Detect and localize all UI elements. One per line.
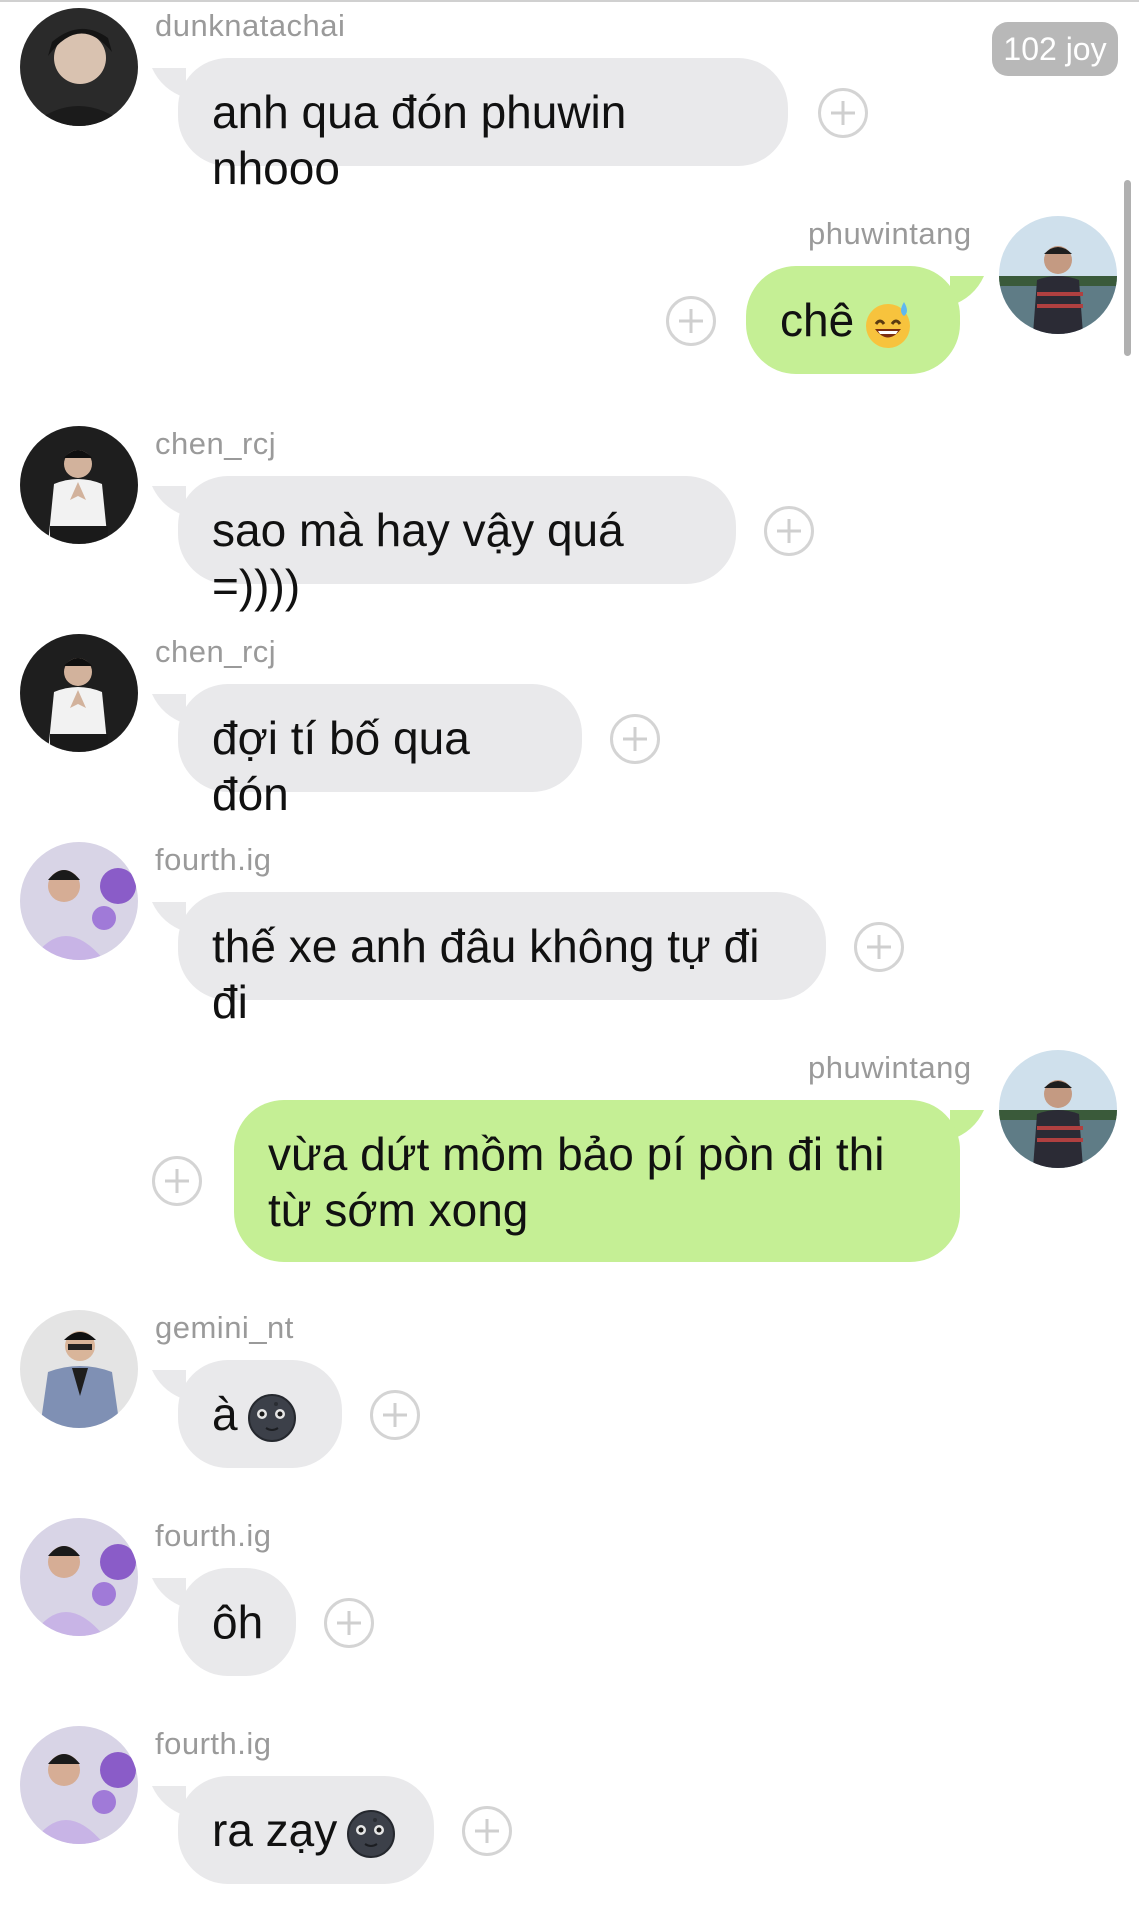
- message-text: ra zạy: [212, 1804, 338, 1856]
- username: fourth.ig: [155, 842, 272, 877]
- message-text: ôh: [212, 1596, 264, 1648]
- add-reaction-button[interactable]: [152, 1156, 202, 1206]
- add-reaction-button[interactable]: [854, 922, 904, 972]
- add-reaction-button[interactable]: [462, 1806, 512, 1856]
- username: chen_rcj: [155, 634, 277, 669]
- avatar[interactable]: [20, 8, 138, 126]
- scrollbar[interactable]: [1124, 180, 1131, 356]
- username: fourth.ig: [155, 1726, 272, 1761]
- message-bubble[interactable]: thế xe anh đâu không tự đi đi: [178, 892, 826, 1028]
- message-text: anh qua đón phuwin nhooo: [212, 86, 640, 194]
- message-bubble[interactable]: chê: [746, 266, 960, 374]
- avatar[interactable]: [20, 842, 138, 960]
- message-text: sao mà hay vậy quá =)))): [212, 504, 637, 612]
- avatar[interactable]: [20, 634, 138, 752]
- avatar[interactable]: [20, 1310, 138, 1428]
- add-reaction-button[interactable]: [324, 1598, 374, 1648]
- add-reaction-button[interactable]: [666, 296, 716, 346]
- username: gemini_nt: [155, 1310, 294, 1345]
- message-text: vừa dứt mồm bảo pí pòn đi thi từ sớm xon…: [268, 1128, 898, 1236]
- new-moon-face-emoji: [246, 1392, 298, 1444]
- message-bubble[interactable]: ra zạy: [178, 1776, 434, 1884]
- message-text: đợi tí bố qua đón: [212, 712, 483, 820]
- avatar[interactable]: [999, 216, 1117, 334]
- username: phuwintang: [808, 216, 972, 251]
- avatar[interactable]: [20, 1518, 138, 1636]
- message-bubble[interactable]: ôh: [178, 1568, 296, 1676]
- message-bubble[interactable]: sao mà hay vậy quá =)))): [178, 476, 736, 612]
- add-reaction-button[interactable]: [818, 88, 868, 138]
- username: phuwintang: [808, 1050, 972, 1085]
- avatar[interactable]: [20, 426, 138, 544]
- message-text: thế xe anh đâu không tự đi đi: [212, 920, 773, 1028]
- avatar[interactable]: [999, 1050, 1117, 1168]
- message-bubble[interactable]: anh qua đón phuwin nhooo: [178, 58, 788, 194]
- username: chen_rcj: [155, 426, 277, 461]
- avatar[interactable]: [20, 1726, 138, 1844]
- add-reaction-button[interactable]: [610, 714, 660, 764]
- username: dunknatachai: [155, 8, 346, 43]
- message-bubble[interactable]: đợi tí bố qua đón: [178, 684, 582, 820]
- message-bubble[interactable]: à: [178, 1360, 342, 1468]
- message-text: chê: [780, 294, 855, 346]
- new-moon-face-emoji: [345, 1808, 397, 1860]
- message-bubble[interactable]: vừa dứt mồm bảo pí pòn đi thi từ sớm xon…: [234, 1100, 960, 1262]
- add-reaction-button[interactable]: [764, 506, 814, 556]
- chat-thread: dunknatachai anh qua đón phuwin nhooo ph…: [0, 0, 1139, 1920]
- sweat-smile-emoji: [862, 298, 914, 350]
- username: fourth.ig: [155, 1518, 272, 1553]
- message-text: à: [212, 1388, 238, 1440]
- add-reaction-button[interactable]: [370, 1390, 420, 1440]
- joy-count-badge[interactable]: 102 joy: [992, 22, 1118, 76]
